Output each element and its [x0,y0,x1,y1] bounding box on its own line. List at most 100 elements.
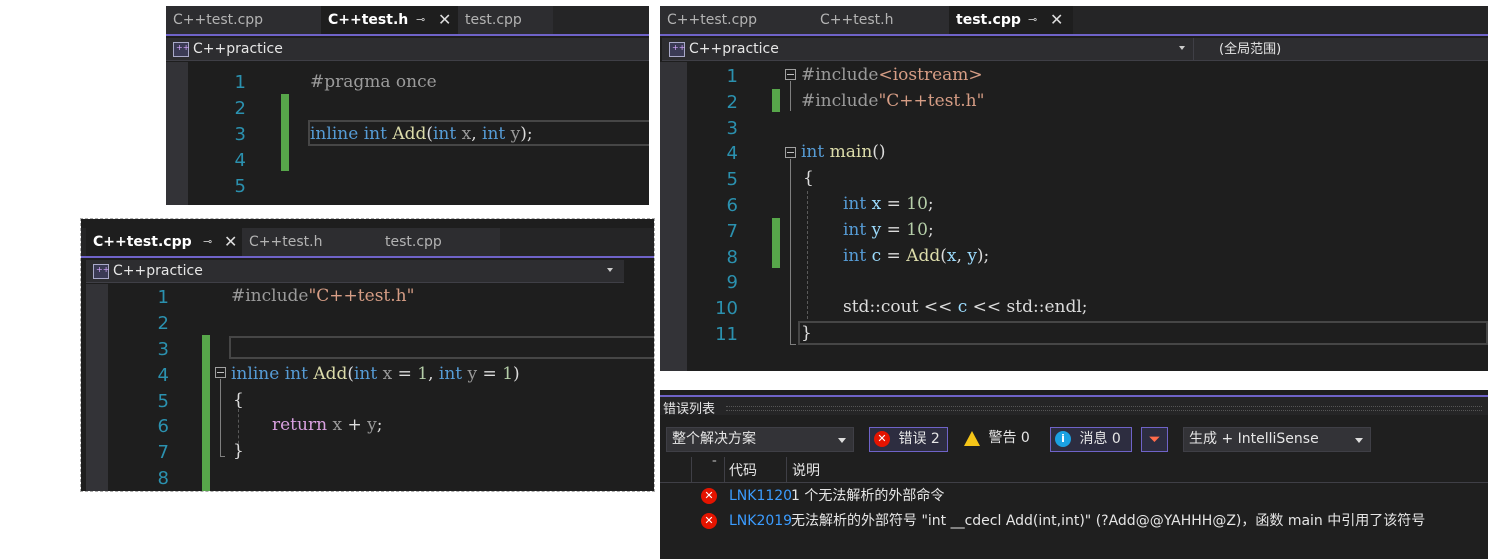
header-editor-panel: C++test.cpp C++test.h ⊸ ✕ test.cpp C++prac… [166,6,649,205]
warnings-count-label: 警告 0 [988,430,1030,446]
main-editor-panel: C++test.cpp C++test.h test.cpp ⊸ ✕ C++prac… [660,6,1488,371]
tab-cpptest-h[interactable]: C++test.h ⊸ ✕ [321,6,458,34]
error-list-titlebar: 错误列表 [660,395,1488,417]
line-number: 3 [157,339,169,360]
collapse-icon[interactable] [785,69,796,80]
build-filter-dropdown[interactable]: 生成 + IntelliSense [1183,427,1371,452]
current-line-highlight [798,321,1488,345]
tab-label: C++test.cpp [173,12,264,28]
tab-cpptest-cpp[interactable]: C++test.cpp [166,6,321,34]
error-description: 无法解析的外部符号 "int __cdecl Add(int,int)" (?A… [791,513,1426,529]
fold-guide [790,159,791,344]
errors-filter-button[interactable]: ✕ 错误 2 [869,427,948,452]
tab-label: C++test.cpp [667,12,758,28]
chevron-down-icon [838,438,846,443]
project-icon [173,42,189,57]
pin-icon[interactable]: ⊸ [203,228,212,256]
close-icon[interactable]: ✕ [224,228,237,256]
collapse-icon[interactable] [785,147,796,158]
tab-cpptest-cpp[interactable]: C++test.cpp [660,6,813,34]
build-filter-label: 生成 + IntelliSense [1189,431,1319,447]
code-line: int x = 10; [843,194,934,214]
code-line: int main() [801,142,886,162]
tab-label: C++test.h [249,234,323,250]
tab-bar: C++test.cpp ⊸ ✕ C++test.h test.cpp [81,228,654,258]
drag-grip[interactable] [726,406,1482,411]
code-line: #include"C++test.h" [801,91,985,111]
code-line: std::cout << c << std::endl; [843,297,1088,317]
close-icon[interactable]: ✕ [1050,6,1063,34]
error-code-link[interactable]: LNK1120 [729,484,791,508]
line-number: 10 [715,298,738,319]
tab-bar: C++test.cpp C++test.h test.cpp ⊸ ✕ [660,6,1488,36]
navigation-bar: C++practice [86,260,624,283]
change-indicator [281,94,289,171]
editor-gutter [86,284,108,491]
code-line: return x + y; [272,415,383,435]
divider [1193,38,1194,61]
tab-test-cpp[interactable]: test.cpp [378,228,500,256]
scope-filter-dropdown[interactable]: 整个解决方案 [666,427,854,452]
collapse-icon[interactable] [215,367,226,378]
line-number: 1 [726,66,738,87]
line-number: 4 [726,143,738,164]
column-header-description[interactable]: 说明 [792,460,820,480]
error-row[interactable]: ✕ LNK1120 1 个无法解析的外部命令 [660,484,1488,508]
tab-test-cpp[interactable]: test.cpp ⊸ ✕ [949,6,1073,34]
line-number: 6 [157,416,169,437]
tab-label: C++test.cpp [93,234,192,250]
tab-test-cpp[interactable]: test.cpp [458,6,553,34]
column-header-code[interactable]: 代码 [729,460,757,480]
filter-button[interactable]: ⏷ [1141,427,1168,452]
pin-icon[interactable]: ⊸ [1028,6,1037,34]
code-line: #include<iostream> [801,65,983,85]
code-line: { [233,390,244,410]
tab-label: test.cpp [465,12,522,28]
line-number: 7 [157,442,169,463]
scope-dropdown[interactable]: (全局范围) [1219,38,1281,61]
line-number: 1 [157,287,169,308]
editor-gutter [166,62,188,205]
code-line: #include"C++test.h" [231,286,415,306]
error-row[interactable]: ✕ LNK2019 无法解析的外部符号 "int __cdecl Add(int… [660,509,1488,533]
error-code-link[interactable]: LNK2019 [729,509,791,533]
fold-guide [220,379,221,457]
line-number: 8 [157,468,169,489]
code-line: inline int Add(int x, int y); [310,124,533,144]
tab-cpptest-cpp[interactable]: C++test.cpp ⊸ ✕ [86,228,242,256]
chevron-down-icon[interactable] [1179,46,1185,50]
close-icon[interactable]: ✕ [438,6,451,34]
column-divider [691,457,692,483]
error-list-panel: 错误列表 整个解决方案 ✕ 错误 2 警告 0 i 消息 0 ⏷ 生成 + In… [660,390,1488,559]
project-dropdown[interactable]: C++practice [113,260,203,283]
line-number: 6 [726,195,738,216]
tab-label: test.cpp [956,12,1021,28]
line-number: 4 [157,365,169,386]
project-dropdown[interactable]: C++practice [193,38,283,61]
current-line-highlight [229,336,654,359]
line-number: 2 [234,98,246,119]
messages-filter-button[interactable]: i 消息 0 [1050,427,1132,452]
chevron-down-icon [1355,438,1363,443]
line-number: 7 [726,221,738,242]
change-indicator [202,335,210,491]
navigation-bar: C++practice (全局范围) [662,38,1488,61]
code-line: { [803,168,814,188]
line-number: 3 [726,118,738,139]
chevron-down-icon[interactable] [607,268,613,272]
error-icon: ✕ [874,431,890,447]
messages-count-label: 消息 0 [1079,431,1121,447]
fold-guide [790,81,791,111]
project-dropdown[interactable]: C++practice [689,38,779,61]
indent-guide [807,191,808,319]
sort-icon[interactable]: ⁼ [712,459,717,469]
tab-cpptest-h[interactable]: C++test.h [813,6,949,34]
code-line: int y = 10; [843,220,934,240]
tab-cpptest-h[interactable]: C++test.h [242,228,378,256]
editor-gutter [660,62,687,371]
code-line: #pragma once [310,72,437,92]
warnings-filter-button[interactable]: 警告 0 [960,427,1038,452]
code-line: } [233,441,244,461]
pin-icon[interactable]: ⊸ [416,6,425,34]
change-indicator [772,218,780,268]
